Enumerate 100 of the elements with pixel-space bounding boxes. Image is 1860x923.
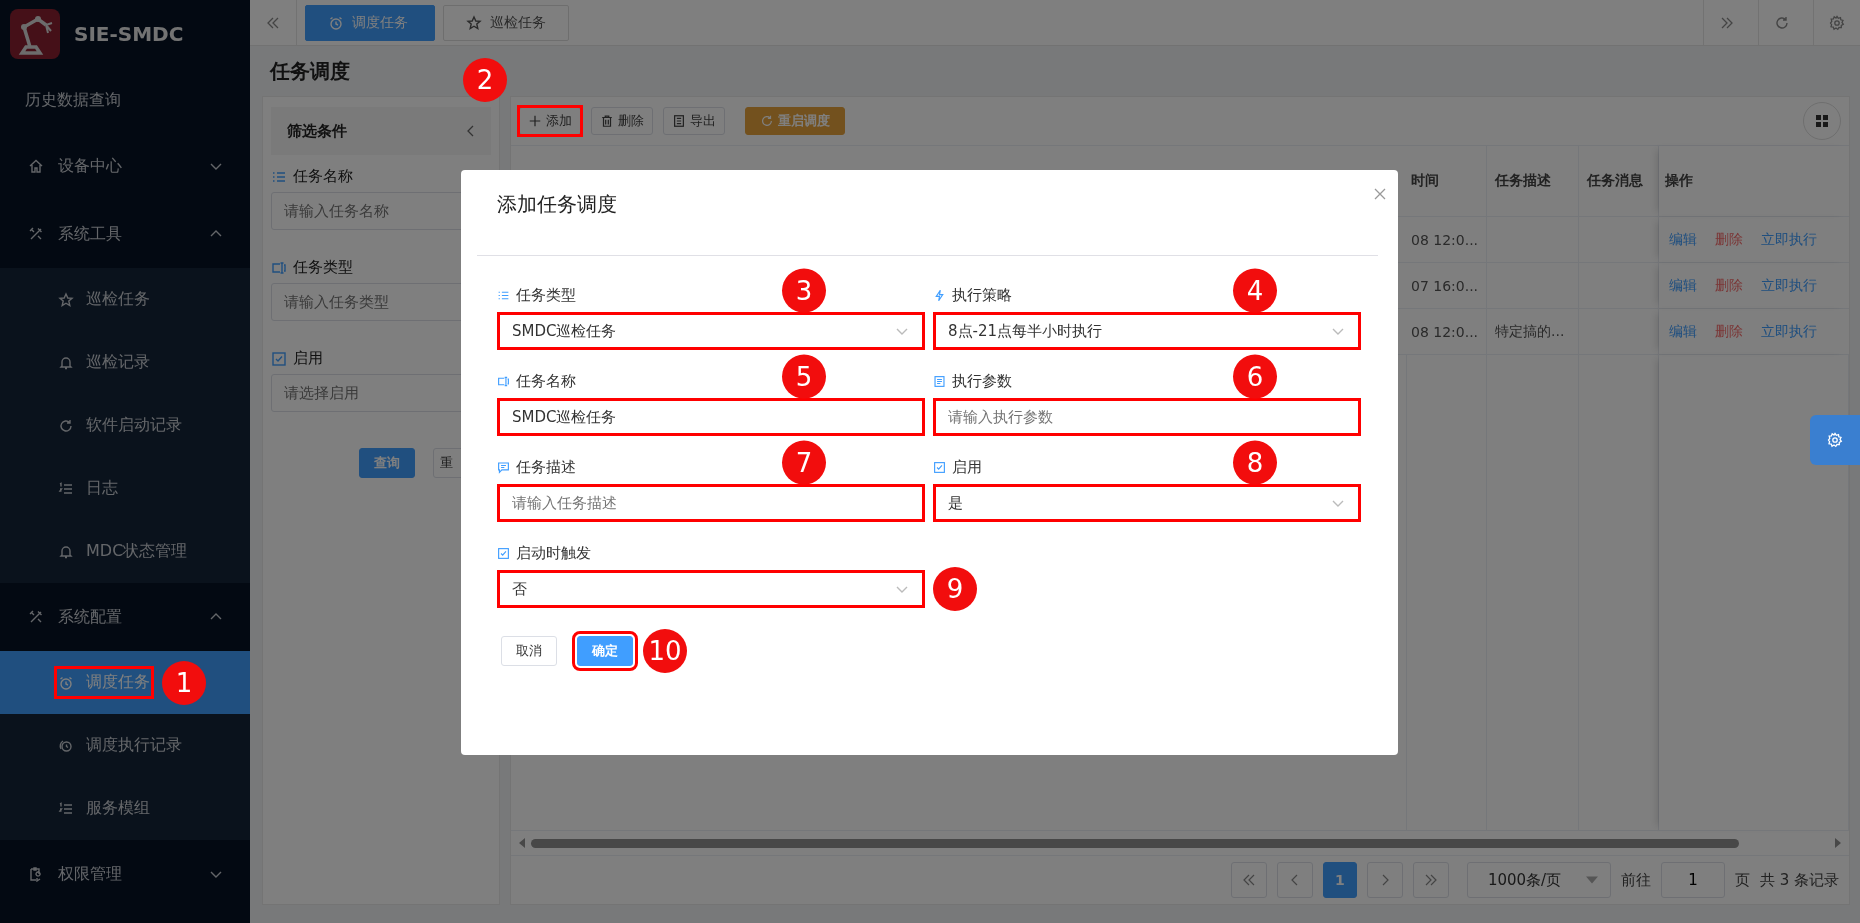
callout-marker: 6 [1233, 354, 1277, 399]
select-field[interactable]: 是 [933, 484, 1361, 522]
run-link[interactable]: 立即执行 [1761, 322, 1817, 341]
input-field[interactable]: SMDC巡检任务 [497, 398, 925, 436]
numbered-list-icon [58, 480, 74, 497]
alarm-clock-icon [58, 674, 74, 691]
text-input-icon [271, 259, 287, 276]
text-input-icon [497, 374, 510, 388]
sidebar-item[interactable]: 巡检任务 [0, 268, 250, 331]
document-icon [672, 114, 686, 128]
export-button[interactable]: 导出 [663, 107, 725, 135]
goto-label: 前往 [1620, 870, 1651, 890]
lightning-icon [933, 288, 946, 302]
robot-arm-logo-icon [10, 9, 60, 59]
refresh-icon [58, 417, 74, 434]
previous-page-button[interactable] [1276, 862, 1313, 898]
callout-marker: 4 [1233, 268, 1277, 313]
star-icon [466, 14, 482, 31]
callout-marker: 2 [463, 58, 507, 102]
tab[interactable]: 巡检任务 [443, 4, 569, 41]
field-label: 执行参数 [952, 371, 1012, 391]
field-label: 任务类型 [293, 258, 353, 277]
delete-link[interactable]: 删除 [1715, 230, 1743, 249]
field-label: 任务名称 [293, 167, 353, 186]
column-header: 操作 [1659, 146, 1849, 216]
sidebar-item[interactable]: 巡检记录 [0, 331, 250, 394]
field-label: 启用 [293, 349, 323, 368]
bell-icon [58, 354, 74, 371]
edit-link[interactable]: 编辑 [1669, 322, 1697, 341]
checkbox-icon [271, 350, 287, 367]
delete-button[interactable]: 删除 [591, 107, 653, 135]
alarm-clock-icon [328, 14, 344, 31]
plus-icon [528, 114, 542, 128]
sidebar-item[interactable]: 历史数据查询 [0, 68, 250, 132]
table-cell: 07 16:0... [1407, 263, 1487, 308]
callout-marker: 9 [933, 567, 977, 611]
sidebar-item[interactable]: 软件启动记录 [0, 394, 250, 457]
input-field[interactable]: 请输入执行参数 [933, 398, 1361, 436]
page-size-select[interactable]: 1000条/页 [1466, 862, 1611, 898]
sidebar-item[interactable]: 日志 [0, 457, 250, 520]
column-header: 时间 [1407, 146, 1487, 216]
column-header: 任务描述 [1487, 146, 1579, 216]
field-label: 任务类型 [516, 285, 576, 305]
menu-group[interactable]: 设备中心 [0, 132, 250, 200]
tab[interactable]: 调度任务 [305, 4, 435, 41]
first-page-button[interactable] [1230, 862, 1267, 898]
field-label: 执行策略 [952, 285, 1012, 305]
cancel-button[interactable]: 取消 [501, 636, 557, 666]
home-icon [28, 158, 44, 174]
page-number-field[interactable]: 1 [1660, 862, 1725, 898]
next-page-button[interactable] [1366, 862, 1403, 898]
total-records-text: 共 3 条记录 [1759, 870, 1839, 890]
page-button[interactable]: 1 [1322, 862, 1357, 898]
select-field[interactable]: SMDC巡检任务 [497, 312, 925, 350]
field-label: 启用 [952, 457, 982, 477]
sidebar-item[interactable]: 服务模组 [0, 777, 250, 840]
run-link[interactable]: 立即执行 [1761, 276, 1817, 295]
document-icon [933, 374, 946, 388]
select-field[interactable]: 8点-21点每半小时执行 [933, 312, 1361, 350]
grid-icon [1814, 113, 1830, 129]
sidebar-item[interactable]: 调度任务 1 [0, 651, 250, 714]
settings-icon [1827, 432, 1843, 448]
bell-icon [58, 543, 74, 560]
delete-link[interactable]: 删除 [1715, 276, 1743, 295]
sidebar-item[interactable]: MDC状态管理 [0, 520, 250, 583]
delete-link[interactable]: 删除 [1715, 322, 1743, 341]
field-label: 任务名称 [516, 371, 576, 391]
trash-icon [600, 114, 614, 128]
menu-group[interactable]: 系统工具 [0, 200, 250, 268]
restart-button[interactable]: 重启调度 [745, 107, 845, 135]
query-button[interactable]: 查询 [359, 448, 416, 478]
callout-marker: 1 [162, 660, 206, 705]
table-cell: 08 12:0... [1407, 309, 1487, 354]
brand-name: SIE-SMDC [74, 22, 184, 46]
refresh-icon [1774, 14, 1790, 31]
edit-link[interactable]: 编辑 [1669, 230, 1697, 249]
filter-title: 筛选条件 [287, 121, 347, 141]
close-icon[interactable] [1372, 186, 1388, 202]
column-header: 任务消息 [1579, 146, 1659, 216]
numbered-list-icon [58, 800, 74, 817]
table-cell: 特定搞的... [1487, 309, 1579, 354]
input-field[interactable]: 请输入任务描述 [497, 484, 925, 522]
menu-group[interactable]: 系统配置 [0, 583, 250, 651]
select-field[interactable]: 否 [497, 570, 925, 608]
page-title: 任务调度 [268, 57, 350, 85]
dialog-title: 添加任务调度 [497, 191, 617, 218]
callout-marker: 8 [1233, 440, 1277, 485]
tools-icon [28, 226, 44, 242]
settings-icon [1829, 14, 1845, 31]
run-link[interactable]: 立即执行 [1761, 230, 1817, 249]
sidebar-item[interactable]: 调度执行记录 [0, 714, 250, 777]
menu-group[interactable]: 权限管理 [0, 840, 250, 908]
edit-link[interactable]: 编辑 [1669, 276, 1697, 295]
last-page-button[interactable] [1412, 862, 1449, 898]
callout-marker: 5 [782, 354, 826, 399]
page-unit-label: 页 [1734, 870, 1750, 890]
callout-marker: 10 [643, 629, 687, 673]
callout-marker: 3 [782, 268, 826, 313]
refresh-icon [760, 114, 774, 128]
floating-settings-button[interactable] [1810, 415, 1860, 465]
